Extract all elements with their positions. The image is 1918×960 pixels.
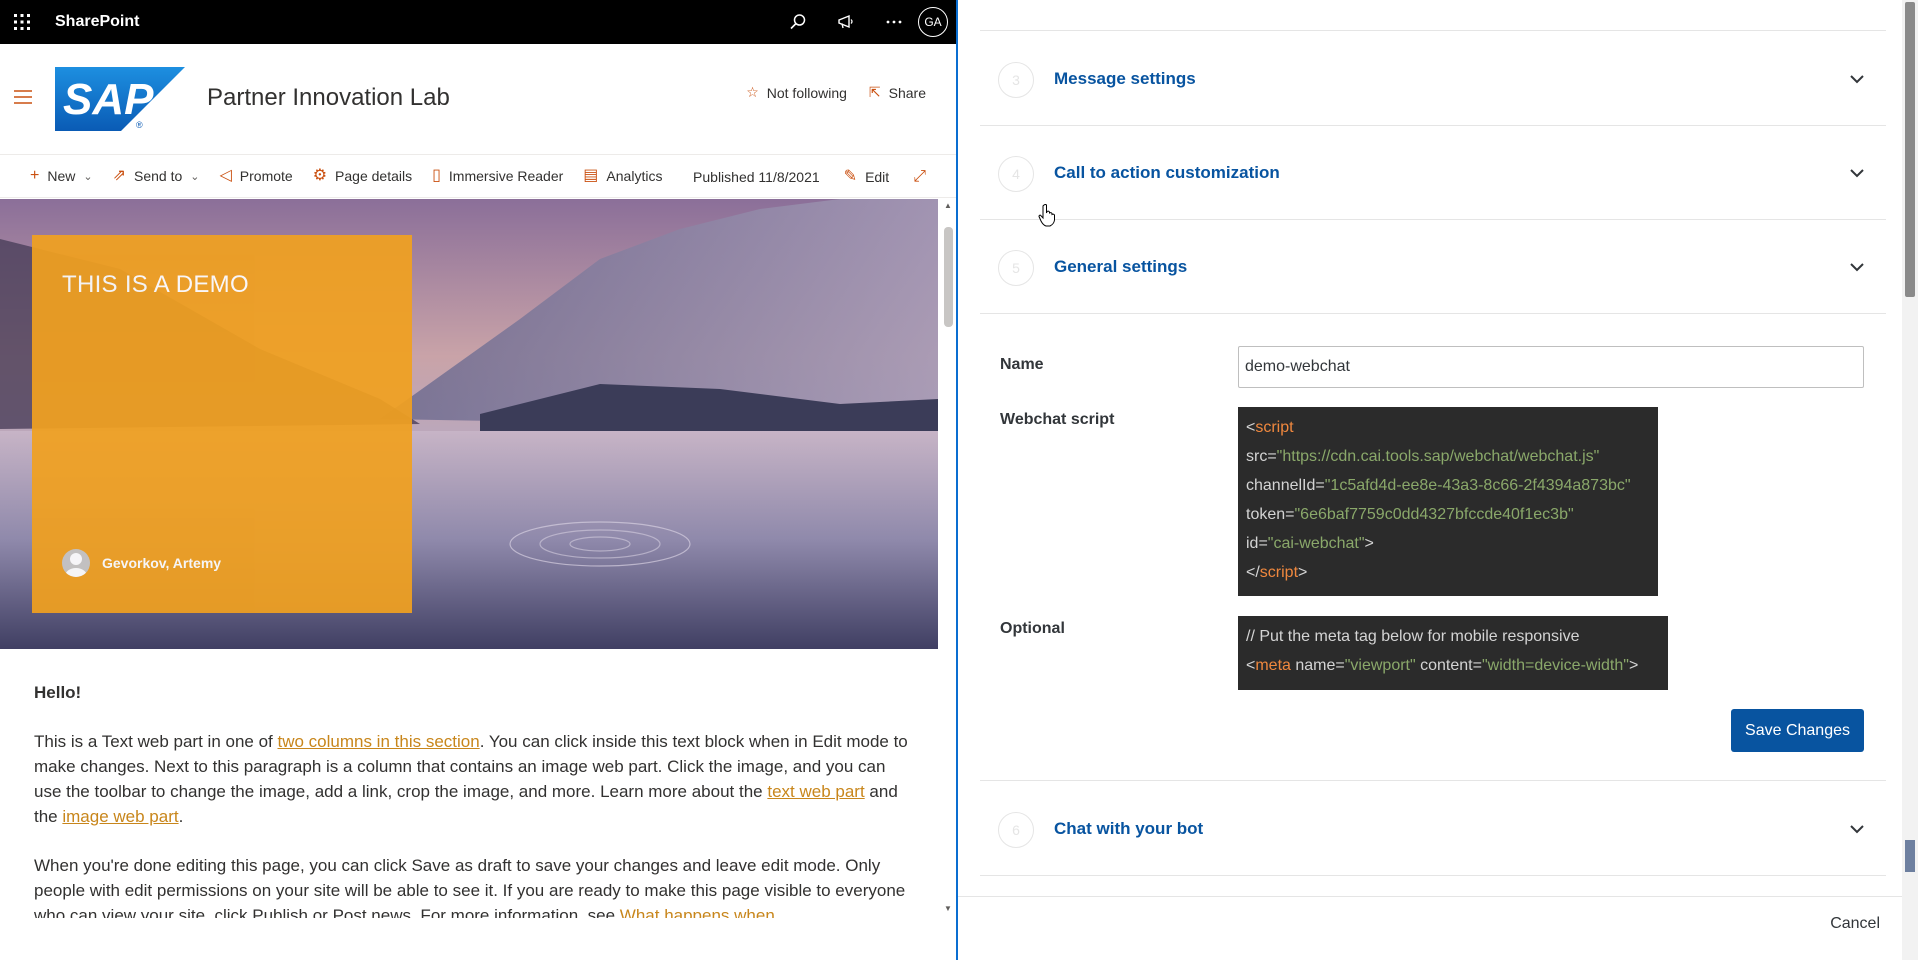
- name-input[interactable]: [1238, 346, 1864, 388]
- svg-text:®: ®: [136, 120, 143, 130]
- published-label: Published 11/8/2021: [693, 169, 820, 185]
- send-to-button[interactable]: ⇗ Send to ⌄: [103, 154, 210, 198]
- hero-banner: THIS IS A DEMO Gevorkov, Artemy: [0, 199, 938, 649]
- site-header: SAP ® Partner Innovation Lab ☆ Not follo…: [0, 44, 956, 154]
- share-button[interactable]: ⇱ Share: [869, 84, 926, 101]
- step-number: 6: [998, 812, 1034, 848]
- sharepoint-page: SharePoint GA SAP ® Partner Innovation L…: [0, 0, 956, 960]
- person-icon: [62, 549, 90, 577]
- command-bar: + New ⌄ ⇗ Send to ⌄ ◁ Promote ⚙ Page det…: [0, 154, 956, 198]
- image-web-part-link[interactable]: image web part: [62, 807, 178, 826]
- author-byline[interactable]: Gevorkov, Artemy: [62, 549, 221, 577]
- step-number: 5: [998, 250, 1034, 286]
- step-call-to-action[interactable]: 4 Call to action customization: [980, 126, 1886, 220]
- immersive-reader-icon: ▯: [432, 167, 441, 184]
- suite-bar: SharePoint GA: [0, 0, 956, 44]
- article-heading: Hello!: [34, 683, 82, 702]
- step-number: 4: [998, 156, 1034, 192]
- share-label: Share: [888, 84, 926, 101]
- page-details-button[interactable]: ⚙ Page details: [303, 154, 422, 198]
- analytics-icon: ▤: [583, 167, 599, 184]
- step-number: 3: [998, 62, 1034, 98]
- cancel-button[interactable]: Cancel: [1830, 915, 1880, 933]
- hero-title: THIS IS A DEMO: [62, 271, 249, 298]
- panel-scroll-marker: [1905, 840, 1915, 872]
- panel-footer: Cancel: [958, 896, 1904, 960]
- app-name[interactable]: SharePoint: [55, 13, 139, 31]
- analytics-label: Analytics: [606, 168, 663, 184]
- immersive-reader-button[interactable]: ▯ Immersive Reader: [422, 154, 573, 198]
- chevron-down-icon[interactable]: [1846, 256, 1868, 278]
- divider: [980, 780, 1886, 781]
- webchat-config-panel: 3 Message settings 4 Call to action cust…: [956, 0, 1918, 960]
- chevron-down-icon[interactable]: [1846, 68, 1868, 90]
- pencil-icon: ✎: [843, 168, 858, 185]
- scroll-thumb[interactable]: [944, 227, 953, 327]
- page-bottom-edge: [0, 918, 956, 960]
- immersive-reader-label: Immersive Reader: [448, 168, 564, 184]
- text-span: This is a Text web part in one of: [34, 732, 278, 751]
- text-web-part-link[interactable]: text web part: [767, 782, 864, 801]
- author-name: Gevorkov, Artemy: [102, 555, 222, 571]
- page-details-label: Page details: [335, 168, 413, 184]
- expand-icon[interactable]: ⤢: [903, 155, 936, 199]
- megaphone-icon[interactable]: [822, 0, 870, 44]
- article-paragraph-1: This is a Text web part in one of two co…: [34, 729, 914, 829]
- scroll-down-icon[interactable]: ▼: [944, 904, 952, 913]
- save-changes-button[interactable]: Save Changes: [1731, 709, 1864, 752]
- site-title[interactable]: Partner Innovation Lab: [207, 84, 450, 112]
- chevron-down-icon: ⌄: [83, 170, 93, 183]
- plus-icon: +: [30, 167, 40, 184]
- send-to-label: Send to: [133, 168, 183, 184]
- user-avatar[interactable]: GA: [918, 7, 948, 37]
- panel-scroll-thumb[interactable]: [1905, 2, 1915, 297]
- two-columns-link[interactable]: two columns in this section: [277, 732, 479, 751]
- text-span: .: [178, 807, 184, 826]
- name-label: Name: [1000, 356, 1044, 373]
- analytics-button[interactable]: ▤ Analytics: [573, 154, 672, 198]
- follow-button[interactable]: ☆ Not following: [746, 84, 847, 101]
- step-message-settings[interactable]: 3 Message settings: [980, 32, 1886, 126]
- chevron-down-icon[interactable]: [1846, 818, 1868, 840]
- hamburger-menu-icon[interactable]: [12, 86, 34, 108]
- star-icon: ☆: [746, 84, 759, 100]
- hand-cursor-icon: [1038, 204, 1055, 227]
- webchat-script-code[interactable]: <script src="https://cdn.cai.tools.sap/w…: [1238, 407, 1658, 596]
- article-body: Hello! This is a Text web part in one of…: [34, 680, 914, 952]
- step-general-settings[interactable]: 5 General settings: [980, 220, 1886, 314]
- gear-icon: ⚙: [312, 167, 328, 184]
- published-status: Published 11/8/2021: [663, 155, 830, 199]
- chevron-down-icon[interactable]: [1846, 162, 1868, 184]
- search-icon[interactable]: [774, 0, 822, 44]
- step-chat-with-bot[interactable]: 6 Chat with your bot: [980, 782, 1886, 876]
- edit-button[interactable]: ✎ Edit: [834, 155, 900, 199]
- step-label: Call to action customization: [1054, 163, 1280, 182]
- scroll-up-icon[interactable]: ▲: [944, 201, 952, 210]
- new-button[interactable]: + New ⌄: [0, 154, 103, 198]
- edit-label: Edit: [865, 169, 890, 185]
- promote-label: Promote: [239, 168, 293, 184]
- page-scrollbar[interactable]: ▲ ▼: [940, 199, 956, 918]
- optional-meta-code[interactable]: // Put the meta tag below for mobile res…: [1238, 616, 1668, 690]
- svg-text:SAP: SAP: [63, 75, 154, 124]
- sap-logo[interactable]: SAP ®: [55, 67, 185, 131]
- promote-icon: ◁: [219, 167, 232, 184]
- step-label: General settings: [1054, 257, 1188, 276]
- chevron-down-icon: ⌄: [190, 170, 200, 183]
- more-options-icon[interactable]: [870, 0, 918, 44]
- article-paragraph-2: When you're done editing this page, you …: [34, 853, 914, 928]
- send-icon: ⇗: [112, 167, 126, 184]
- new-label: New: [47, 168, 76, 184]
- hero-title-card: THIS IS A DEMO Gevorkov, Artemy: [32, 235, 412, 613]
- step-label: Chat with your bot: [1054, 819, 1204, 838]
- share-icon: ⇱: [868, 84, 881, 100]
- follow-label: Not following: [766, 84, 847, 101]
- webchat-script-label: Webchat script: [1000, 411, 1115, 428]
- app-launcher-icon[interactable]: [0, 0, 44, 44]
- step-label: Message settings: [1054, 69, 1196, 88]
- panel-scrollbar[interactable]: [1902, 0, 1918, 960]
- optional-label: Optional: [1000, 620, 1065, 637]
- divider: [980, 30, 1886, 31]
- promote-button[interactable]: ◁ Promote: [209, 154, 302, 198]
